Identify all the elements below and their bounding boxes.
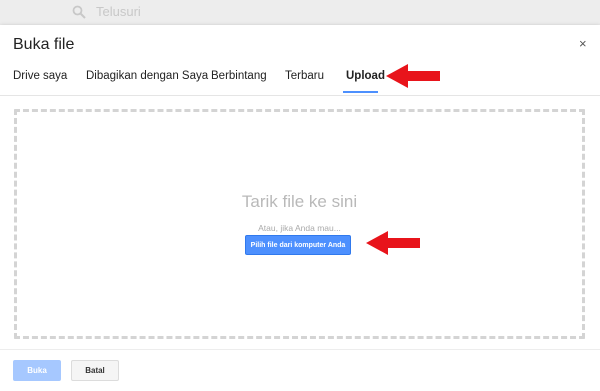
tabs-divider (0, 95, 600, 96)
open-file-dialog: Buka file × Drive saya Dibagikan dengan … (0, 25, 600, 391)
drop-zone-subtitle: Atau, jika Anda mau... (258, 223, 341, 233)
arrow-to-pick-button (366, 231, 420, 255)
tab-shared-with-me[interactable]: Dibagikan dengan Saya (86, 70, 208, 82)
tab-starred[interactable]: Berbintang (211, 70, 267, 82)
close-icon[interactable]: × (579, 36, 587, 51)
tab-my-drive[interactable]: Drive saya (13, 70, 67, 82)
tab-upload[interactable]: Upload (346, 70, 385, 82)
search-icon (72, 5, 86, 19)
open-button[interactable]: Buka (13, 360, 61, 381)
background-search: Telusuri (72, 4, 141, 19)
cancel-button[interactable]: Batal (71, 360, 119, 381)
arrow-to-upload-tab (386, 64, 440, 88)
drop-zone[interactable]: Tarik file ke sini Atau, jika Anda mau..… (14, 109, 585, 339)
tab-recent[interactable]: Terbaru (285, 70, 324, 82)
active-tab-indicator (343, 91, 378, 93)
drop-zone-title: Tarik file ke sini (241, 192, 358, 211)
dialog-title: Buka file (13, 36, 75, 53)
pick-file-button[interactable]: Pilih file dari komputer Anda (245, 235, 351, 255)
tab-bar: Drive saya Dibagikan dengan Saya Berbint… (0, 63, 600, 93)
background-search-placeholder: Telusuri (96, 4, 141, 19)
footer-divider (0, 349, 600, 350)
